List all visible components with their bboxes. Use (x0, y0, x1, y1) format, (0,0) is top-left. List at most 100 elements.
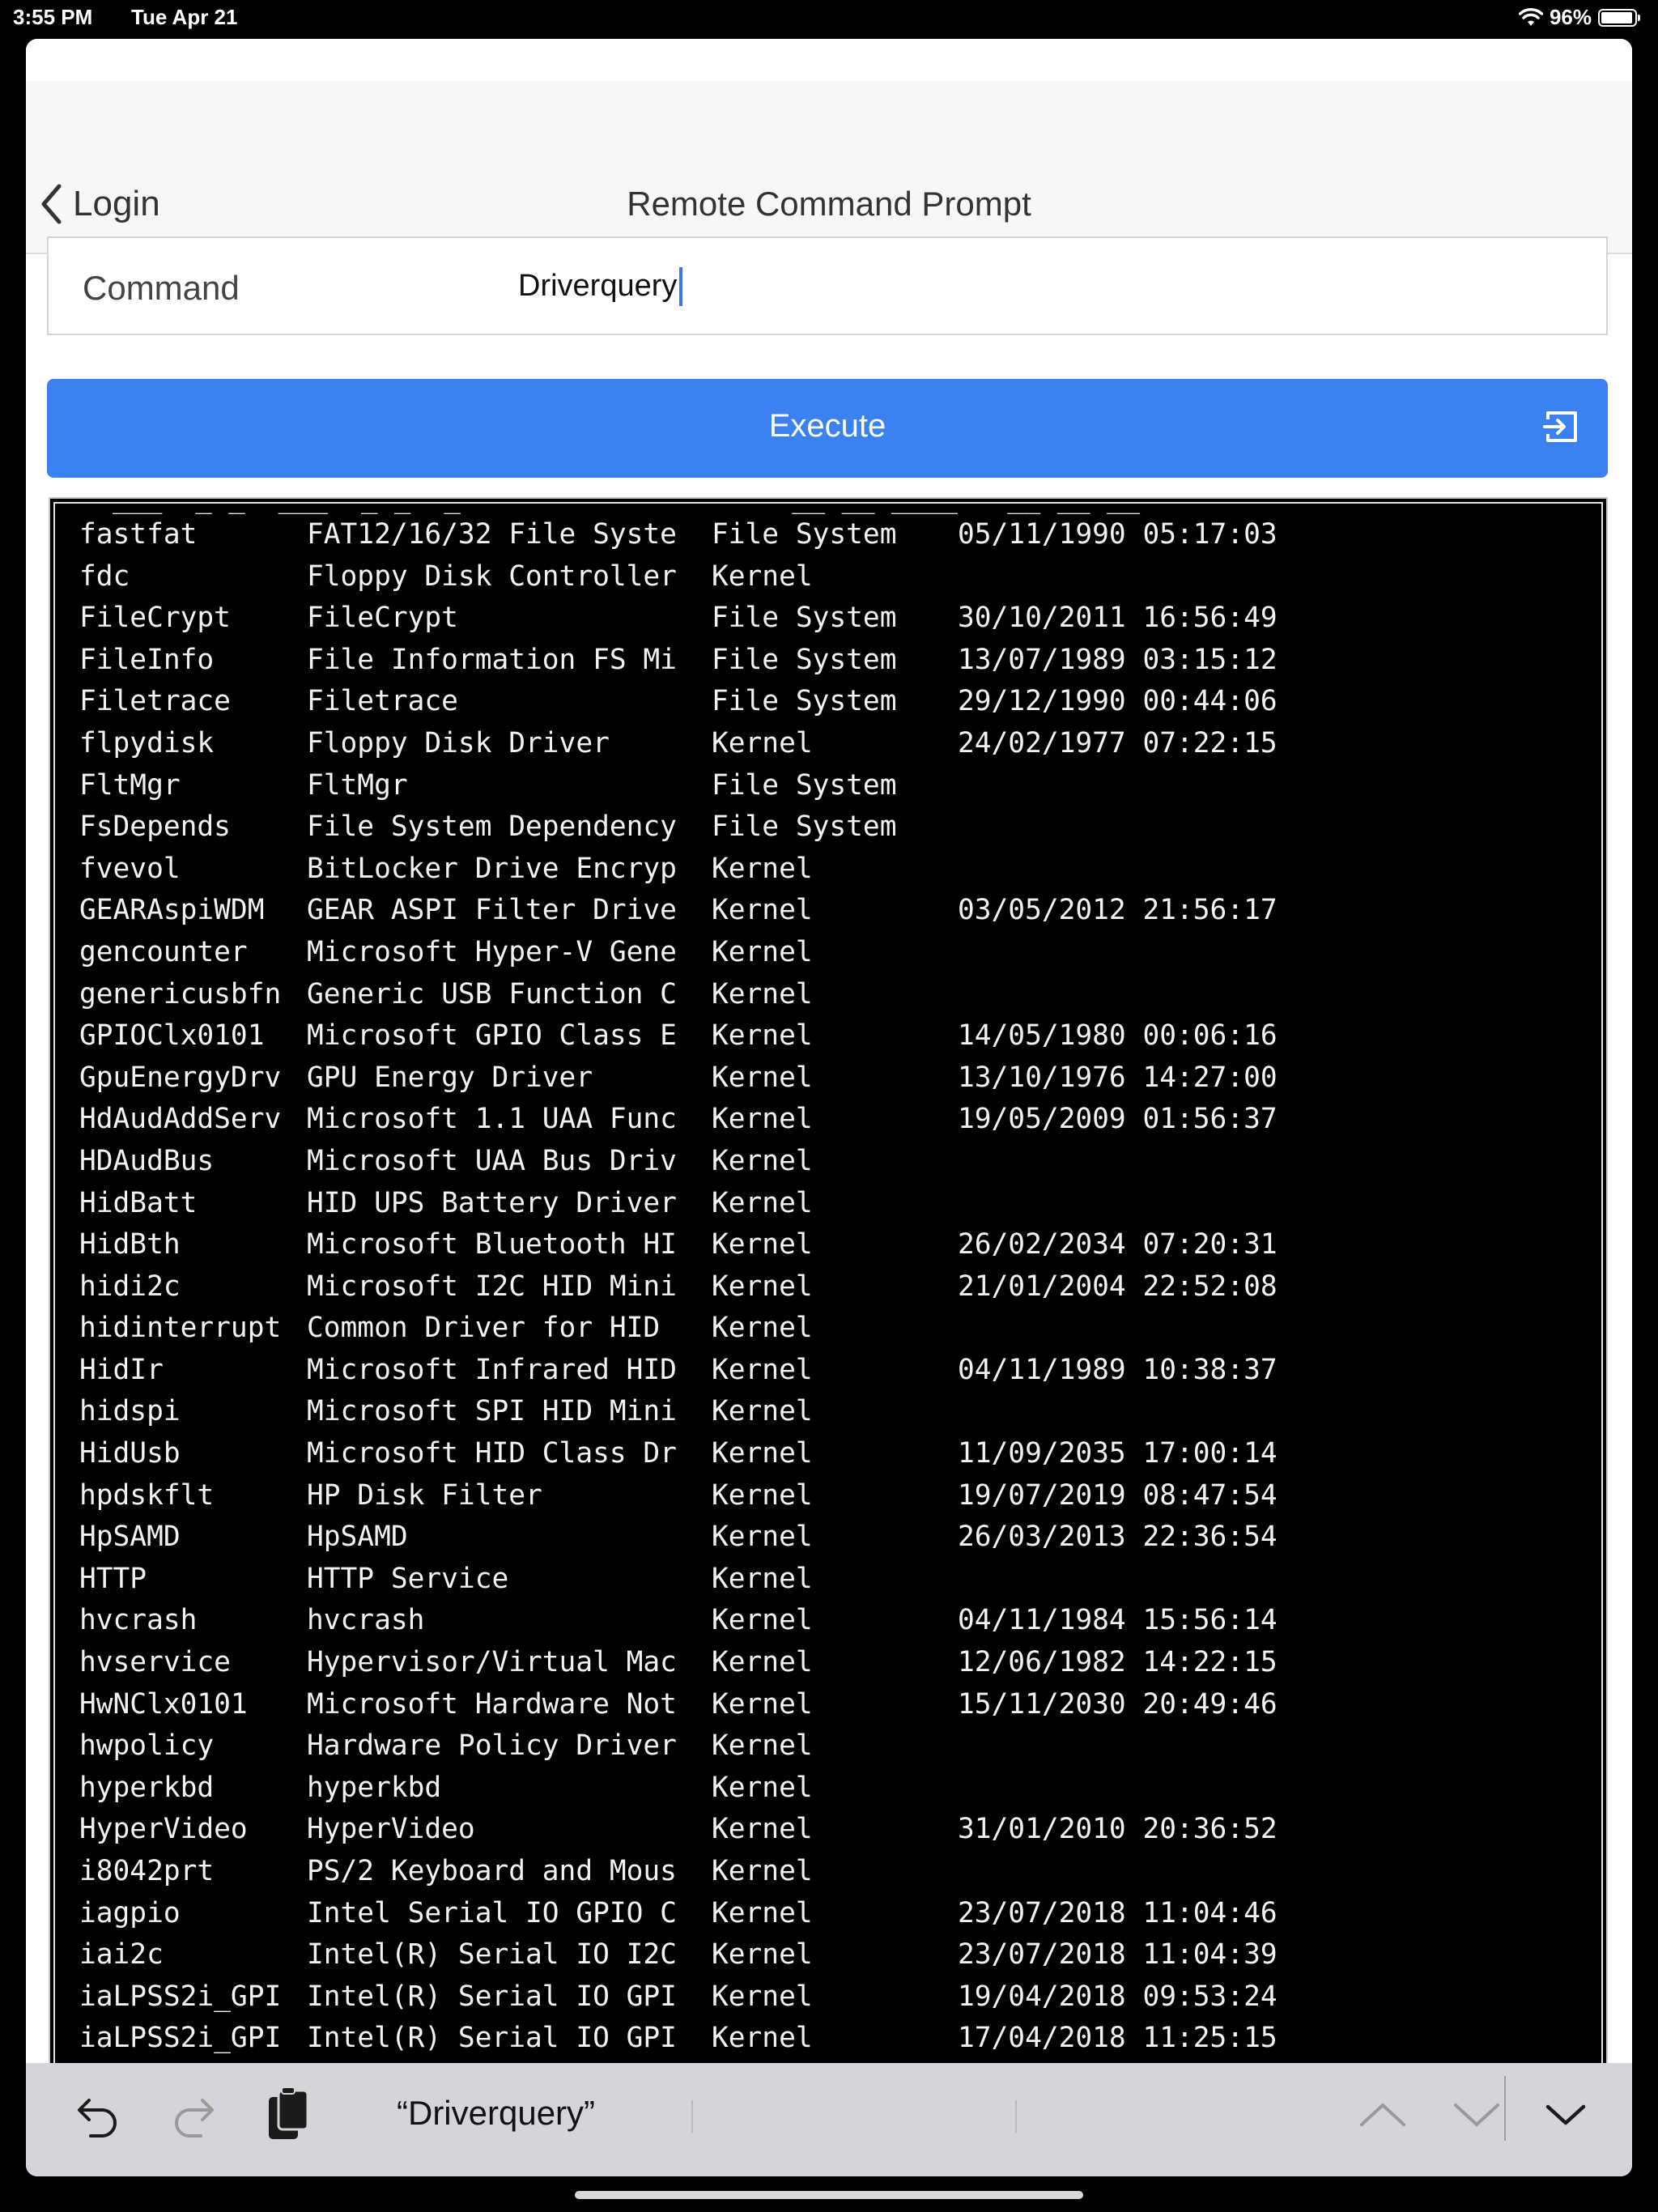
module-name: iagpio (79, 1896, 181, 1929)
driver-type: Kernel (712, 1604, 813, 1637)
link-date: 14/05/1980 00:06:16 (958, 1019, 1278, 1053)
suggestion-separator (691, 2100, 693, 2133)
display-name: Microsoft Hardware Not (307, 1687, 677, 1721)
module-name: fastfat (79, 518, 198, 551)
link-date: 29/12/1990 00:44:06 (958, 685, 1278, 718)
next-field-button[interactable] (1452, 2100, 1501, 2133)
app-window: Login Remote Command Prompt Command Exec… (26, 39, 1632, 2176)
module-name: FsDepends (79, 810, 231, 844)
display-name: Microsoft HID Class Dr (307, 1437, 677, 1470)
toolbar-divider (1504, 2076, 1506, 2141)
display-name: Microsoft UAA Bus Driv (307, 1144, 677, 1177)
driver-type: Kernel (712, 1186, 813, 1219)
autocorrect-suggestion[interactable]: “Driverquery” (397, 2094, 595, 2133)
link-date: 15/11/2030 20:49:46 (958, 1687, 1278, 1721)
module-name: hvservice (79, 1646, 231, 1679)
driver-type: Kernel (712, 1144, 813, 1177)
battery-level (1601, 11, 1633, 23)
module-name: iaLPSS2i_GPI (79, 1980, 282, 2013)
wifi-icon (1518, 7, 1543, 26)
module-name: HwNClx0101 (79, 1687, 248, 1721)
display-name: FltMgr (307, 768, 408, 802)
module-name: i8042prt (79, 1855, 215, 1887)
module-name: Filetrace (79, 685, 231, 718)
exit-to-app-icon (1543, 411, 1577, 442)
module-name: flpydisk (79, 726, 215, 759)
driver-type: Kernel (712, 852, 813, 885)
chevron-down-icon (1454, 2104, 1499, 2126)
driver-type: Kernel (712, 1646, 813, 1679)
driver-type: File System (712, 518, 897, 551)
driver-type: Kernel (712, 1896, 813, 1929)
driver-type: File System (712, 643, 897, 676)
module-name: hwpolicy (79, 1729, 215, 1763)
module-name: hidspi (79, 1395, 181, 1428)
terminal-output[interactable]: ___ _ _ ___ _ _ _ __ __ ____ __ __ __ fa… (49, 497, 1608, 2112)
display-name: File System Dependency (307, 810, 677, 844)
display-name: Microsoft 1.1 UAA Func (307, 1103, 677, 1136)
battery-percent: 96% (1549, 5, 1592, 29)
driver-type: Kernel (712, 977, 813, 1010)
link-date: 19/05/2009 01:56:37 (958, 1103, 1278, 1136)
module-name: HDAudBus (79, 1144, 215, 1177)
display-name: Microsoft Bluetooth HI (307, 1228, 677, 1261)
display-name: Intel(R) Serial IO GPI (307, 1980, 677, 2013)
link-date: 11/09/2035 17:00:14 (958, 1437, 1278, 1470)
link-date: 17/04/2018 11:25:15 (958, 2022, 1278, 2055)
redo-button[interactable] (168, 2092, 217, 2145)
display-name: FileCrypt (307, 602, 458, 635)
module-name: FltMgr (79, 768, 181, 802)
link-date: 31/01/2010 20:36:52 (958, 1813, 1278, 1846)
driver-type: Kernel (712, 1521, 813, 1554)
previous-field-button[interactable] (1358, 2100, 1407, 2133)
display-name: Microsoft I2C HID Mini (307, 1270, 677, 1303)
display-name: Floppy Disk Driver (307, 726, 610, 759)
driver-type: Kernel (712, 1019, 813, 1053)
display-name: Microsoft SPI HID Mini (307, 1395, 677, 1428)
link-date: 19/04/2018 09:53:24 (958, 1980, 1278, 2013)
link-date: 30/10/2011 16:56:49 (958, 602, 1278, 635)
module-name: FileCrypt (79, 602, 231, 635)
module-name: genericusbfn (79, 977, 282, 1010)
module-name: fvevol (79, 852, 181, 885)
module-name: iaLPSS2i_GPI (79, 2022, 282, 2055)
link-date: 04/11/1984 15:56:14 (958, 1604, 1278, 1637)
driver-type: Kernel (712, 1855, 813, 1887)
text-caret (679, 267, 682, 306)
execute-button[interactable]: Execute (47, 379, 1608, 478)
module-name: HTTP (79, 1562, 147, 1595)
link-date: 13/10/1976 14:27:00 (958, 1061, 1278, 1094)
keyboard-shortcut-bar: “Driverquery” (26, 2063, 1632, 2176)
link-date: 03/05/2012 21:56:17 (958, 894, 1278, 927)
paste-button[interactable] (262, 2086, 314, 2148)
dismiss-keyboard-button[interactable] (1545, 2102, 1587, 2132)
display-name: BitLocker Drive Encryp (307, 852, 677, 885)
driver-type: File System (712, 602, 897, 635)
home-indicator[interactable] (575, 2191, 1083, 2199)
display-name: Hardware Policy Driver (307, 1729, 677, 1763)
status-date: Tue Apr 21 (131, 5, 238, 29)
command-input[interactable] (518, 259, 1571, 313)
undo-button[interactable] (74, 2092, 123, 2145)
navigation-bar: Login Remote Command Prompt (26, 81, 1632, 254)
display-name: Floppy Disk Controller (307, 559, 677, 593)
link-date: 13/07/1989 03:15:12 (958, 643, 1278, 676)
execute-label: Execute (768, 408, 886, 444)
display-name: GEAR ASPI Filter Drive (307, 894, 677, 927)
driver-type: Kernel (712, 1729, 813, 1763)
driver-type: Kernel (712, 1103, 813, 1136)
module-name: hpdskflt (79, 1478, 215, 1512)
display-name: HTTP Service (307, 1562, 509, 1595)
display-name: File Information FS Mi (307, 643, 677, 676)
link-date: 05/11/1990 05:17:03 (958, 518, 1278, 551)
top-strip (26, 39, 1632, 81)
driver-type: Kernel (712, 1437, 813, 1470)
display-name: Microsoft Infrared HID (307, 1353, 677, 1386)
module-name: HidUsb (79, 1437, 181, 1470)
link-date: 23/07/2018 11:04:39 (958, 1938, 1278, 1972)
driver-type: Kernel (712, 1771, 813, 1804)
driver-type: Kernel (712, 1228, 813, 1261)
module-name: GEARAspiWDM (79, 894, 265, 927)
display-name: hyperkbd (307, 1771, 442, 1804)
display-name: HP Disk Filter (307, 1478, 542, 1512)
